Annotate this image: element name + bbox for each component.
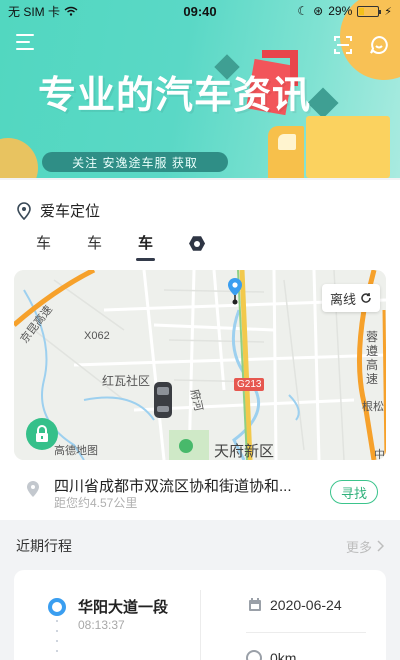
map-label-community: 红瓦社区 xyxy=(102,374,151,388)
clock: 09:40 xyxy=(183,3,217,19)
offline-map-button[interactable]: 离线 xyxy=(321,284,380,312)
map-label-district: 天府新区 xyxy=(214,443,275,460)
banner-promo-text: 关注 安逸途车服 获取 xyxy=(42,152,228,172)
map-view[interactable]: 京昆高速 X062 红瓦社区 府河 G213 天府新区 高德地图 蓉遵高速 根松… xyxy=(14,270,386,460)
battery-percent: 29% xyxy=(328,4,353,18)
tab-car-1[interactable]: 车 xyxy=(36,232,51,261)
scan-icon[interactable] xyxy=(332,34,356,58)
calendar-icon xyxy=(249,598,261,611)
map-road-badge: G213 xyxy=(234,378,265,391)
map-label-road-code: X062 xyxy=(84,330,110,342)
battery-icon xyxy=(357,5,382,17)
hexagon-settings-icon[interactable] xyxy=(189,236,206,251)
trip-divider xyxy=(200,590,201,660)
more-trips-link[interactable]: 更多 xyxy=(346,537,384,556)
decor-diamond xyxy=(307,87,339,119)
app-screen: 专业的汽车资讯 关注 安逸途车服 获取 无 SIM 卡 09:40 ☾ ⊛ 29… xyxy=(0,0,400,660)
orientation-lock-icon: ⊛ xyxy=(313,4,324,18)
menu-icon[interactable] xyxy=(16,34,40,58)
address-row: 四川省成都市双流区协和街道协和... 距您约4.57公里 寻找 xyxy=(0,472,400,518)
map-brand: 高德地图 xyxy=(54,445,98,457)
trip-start-time: 08:13:37 xyxy=(78,618,125,632)
more-label: 更多 xyxy=(345,539,372,555)
chevron-right-icon xyxy=(377,540,384,552)
refresh-icon xyxy=(361,292,371,303)
truck-window xyxy=(278,134,296,150)
distance-icon xyxy=(246,650,262,660)
trip-start-place: 华阳大道一段 xyxy=(78,599,169,616)
tab-car-3[interactable]: 车 xyxy=(136,232,156,261)
map-label-edge: 中 xyxy=(374,449,385,460)
charging-icon: ⚡ xyxy=(384,5,392,18)
address-pin-icon xyxy=(27,481,39,497)
car-location-card: 爱车定位 车 车 车 京昆高速 X062 红瓦社区 府河 G213 天府新区 高… xyxy=(0,180,400,520)
tab-car-2[interactable]: 车 xyxy=(87,232,102,261)
moon-icon: ☾ xyxy=(297,4,309,18)
trip-date: 2020-06-24 xyxy=(270,597,342,613)
location-pin-icon xyxy=(17,201,31,220)
section-title: 爱车定位 xyxy=(40,203,101,220)
wifi-icon xyxy=(64,6,78,16)
car-address: 四川省成都市双流区协和街道协和... xyxy=(54,478,292,495)
car-distance: 距您约4.57公里 xyxy=(54,496,138,510)
map-label-town: 根松 xyxy=(362,401,384,413)
section-header: 爱车定位 xyxy=(16,200,100,221)
trips-header: 近期行程 更多 xyxy=(0,524,400,568)
carrier-label: 无 SIM 卡 xyxy=(8,4,61,19)
trip-start-dot-icon xyxy=(48,598,66,616)
lock-icon xyxy=(36,425,48,442)
trips-title: 近期行程 xyxy=(16,538,72,554)
chat-icon[interactable] xyxy=(368,34,392,58)
truck-illustration xyxy=(306,116,390,178)
lock-button[interactable] xyxy=(26,418,58,450)
offline-label: 离线 xyxy=(329,291,356,307)
status-bar: 无 SIM 卡 09:40 ☾ ⊛ 29% ⚡ xyxy=(0,0,400,22)
decor-circle-small xyxy=(0,138,38,178)
banner-headline: 专业的汽车资讯 xyxy=(38,73,312,117)
trip-distance: 0km xyxy=(270,650,297,660)
find-car-button[interactable]: 寻找 xyxy=(330,480,378,504)
trip-info-divider xyxy=(246,632,366,633)
trip-card[interactable]: 华阳大道一段 08:13:37 2020-06-24 0km xyxy=(14,570,386,660)
car-tabs: 车 车 车 xyxy=(36,232,206,261)
map-label-highway-right: 蓉遵高速 xyxy=(366,330,379,386)
trip-route-line xyxy=(56,620,58,660)
promo-banner[interactable]: 专业的汽车资讯 关注 安逸途车服 获取 xyxy=(0,0,400,178)
